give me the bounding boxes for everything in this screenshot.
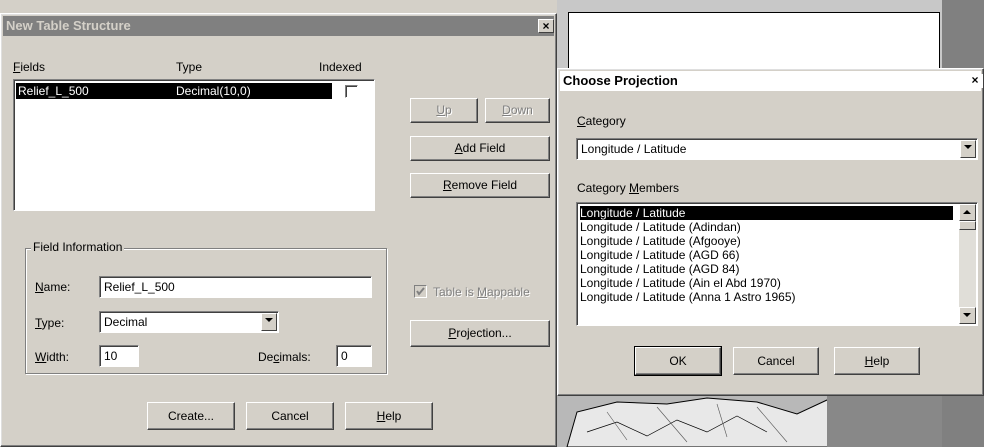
name-input[interactable]: Relief_L_500 [99,276,372,298]
category-select[interactable]: Longitude / Latitude [576,138,978,160]
projection-titlebar[interactable]: Choose Projection [560,71,981,91]
name-label: Name: [35,280,71,294]
field-name-cell: Relief_L_500 [18,84,89,98]
list-item[interactable]: Longitude / Latitude (Afgooye) [580,234,741,248]
list-item[interactable]: Longitude / Latitude (AGD 84) [580,262,739,276]
category-label: Category [577,114,626,128]
new-table-structure-dialog: New Table Structure × Fields Type Indexe… [0,13,557,447]
chevron-down-icon [964,145,972,149]
projection-button[interactable]: Projection... [410,320,550,347]
table-mappable-checkbox[interactable] [414,285,427,298]
type-select-value: Decimal [104,315,148,329]
list-item[interactable]: Longitude / Latitude (Anna 1 Astro 1965) [580,290,796,304]
cancel-button[interactable]: Cancel [246,402,334,430]
category-dropdown-button[interactable] [960,140,976,158]
scroll-down-button[interactable] [959,307,976,324]
dialog-titlebar[interactable]: New Table Structure [3,16,554,36]
projection-title: Choose Projection [563,73,678,88]
down-button[interactable]: Down [485,98,550,123]
map-window-blank-area [568,12,940,72]
indexed-column-header: Indexed [319,60,362,74]
field-type-cell: Decimal(10,0) [176,84,251,98]
type-label: Type: [35,316,65,330]
decimals-input[interactable]: 0 [336,345,372,367]
dialog-title: New Table Structure [6,18,131,33]
list-item[interactable]: Longitude / Latitude (Adindan) [580,220,741,234]
indexed-checkbox[interactable] [345,85,358,98]
scroll-thumb[interactable] [959,221,976,230]
fields-list-row[interactable]: Relief_L_500 Decimal(10,0) [16,83,332,99]
add-field-button[interactable]: Add Field [410,136,550,161]
arrow-down-icon [963,313,971,317]
projection-help-button[interactable]: Help [834,347,920,375]
up-button[interactable]: Up [410,98,478,123]
close-icon: × [971,73,979,87]
checkmark-icon [416,287,425,296]
chevron-down-icon [265,318,273,322]
choose-projection-dialog: Choose Projection × Category Longitude /… [557,68,984,396]
type-column-header: Type [176,60,203,74]
decimals-input-value: 0 [341,349,348,363]
list-item[interactable]: Longitude / Latitude [580,206,953,220]
members-scrollbar[interactable] [959,204,976,324]
ok-button[interactable]: OK [634,346,722,376]
scroll-up-button[interactable] [959,204,976,221]
table-mappable-label: Table is Mappable [433,285,530,299]
category-members-list[interactable]: Longitude / Latitude Longitude / Latitud… [576,202,978,326]
fields-list[interactable]: Relief_L_500 Decimal(10,0) [13,79,375,211]
close-button[interactable]: × [538,19,554,33]
category-members-label: Category Members [577,181,680,195]
fields-column-header: Fields [13,60,46,74]
category-select-value: Longitude / Latitude [581,142,687,156]
list-item[interactable]: Longitude / Latitude (Ain el Abd 1970) [580,276,781,290]
decimals-label: Decimals: [258,350,311,364]
type-select[interactable]: Decimal [99,311,279,333]
width-label: Width: [35,350,70,364]
map-image [557,392,942,447]
arrow-up-icon [963,210,971,214]
remove-field-button[interactable]: Remove Field [410,173,550,198]
list-item[interactable]: Longitude / Latitude (AGD 66) [580,248,739,262]
field-information-label: Field Information [31,240,125,254]
width-input-value: 10 [104,349,118,363]
help-button[interactable]: Help [345,402,433,430]
width-input[interactable]: 10 [99,345,139,367]
name-input-value: Relief_L_500 [104,280,175,294]
projection-close-button[interactable]: × [967,74,983,88]
type-dropdown-button[interactable] [261,313,277,331]
create-button[interactable]: Create... [147,402,235,430]
close-icon: × [542,19,550,33]
map-drawing [557,392,942,447]
projection-cancel-button[interactable]: Cancel [733,347,819,375]
